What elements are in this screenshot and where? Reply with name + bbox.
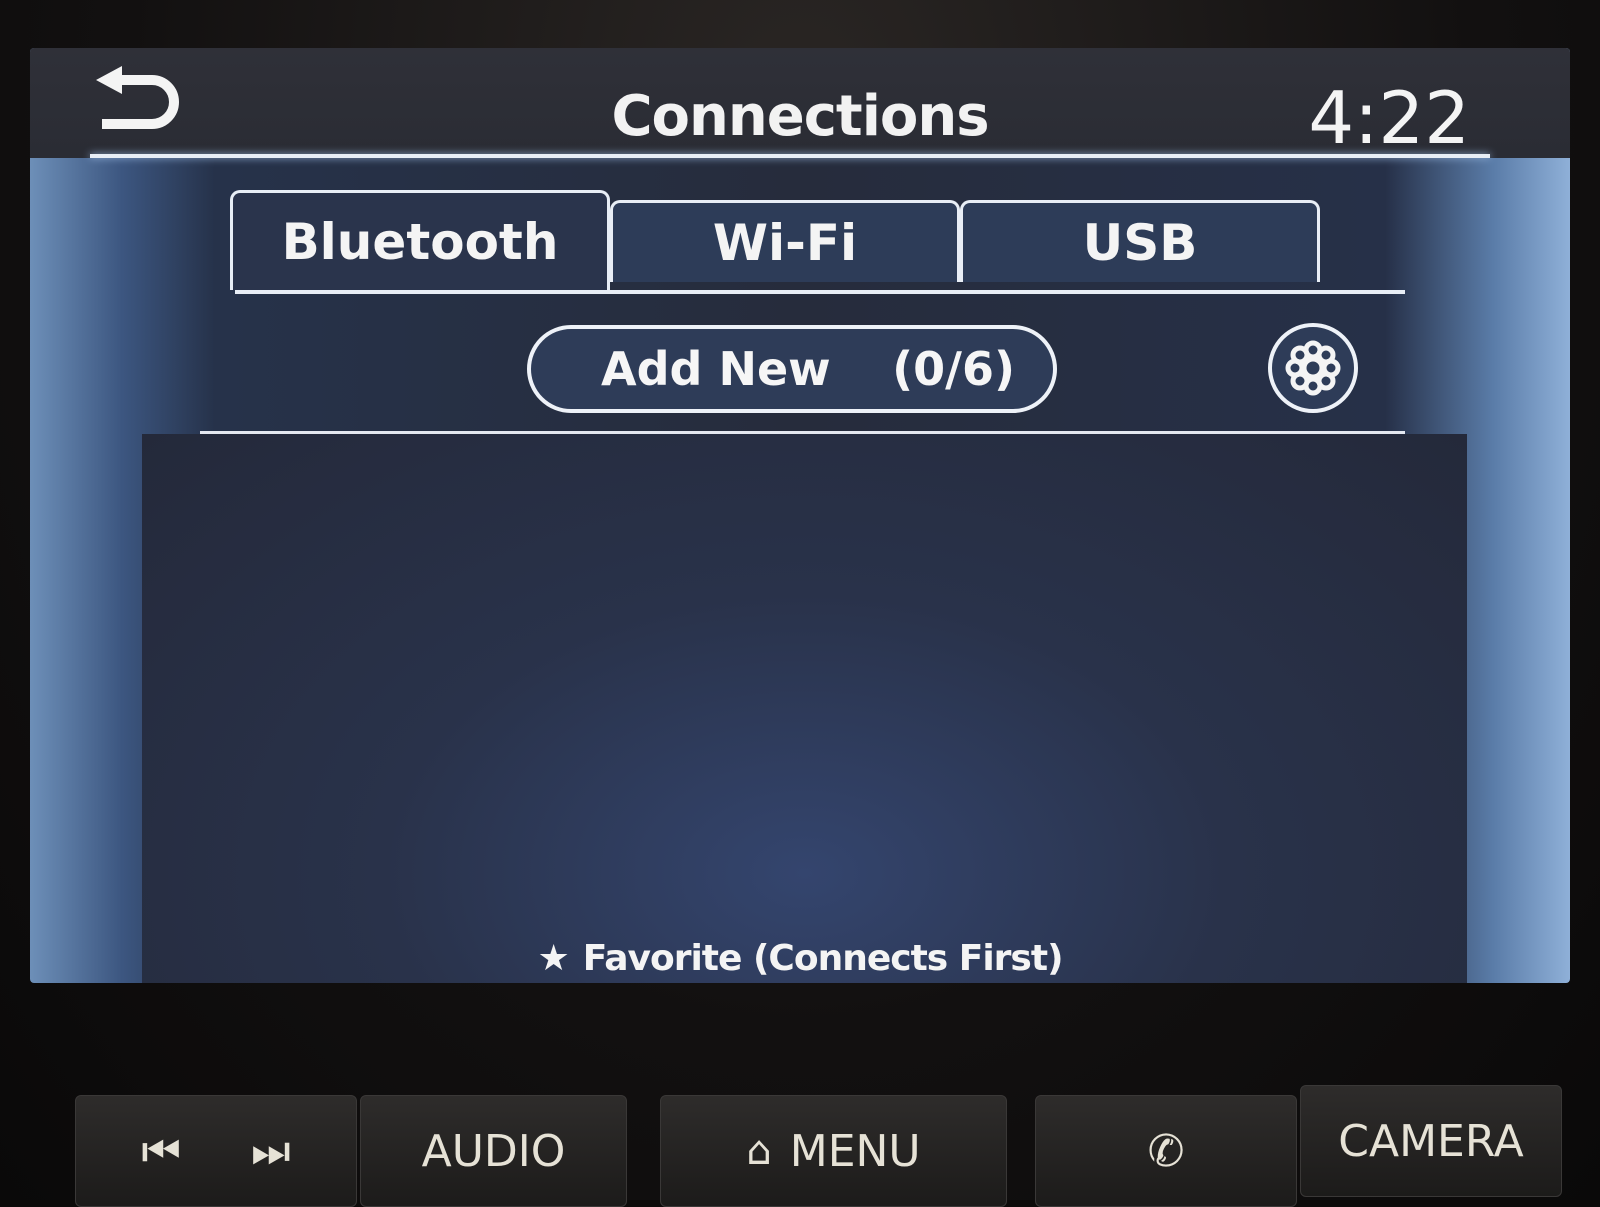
tab-wifi[interactable]: Wi-Fi <box>610 200 960 282</box>
tab-underline <box>235 290 1405 294</box>
audio-button[interactable]: AUDIO <box>360 1095 627 1207</box>
track-buttons: ⏮ ⏭ <box>75 1095 357 1207</box>
star-icon: ★ <box>537 938 569 979</box>
favorite-legend-text: Favorite (Connects First) <box>582 938 1064 979</box>
tab-bar: Bluetooth Wi-Fi USB <box>200 190 1400 300</box>
phone-icon: ✆ <box>1147 1125 1185 1177</box>
add-new-button[interactable]: Add New (0/6) <box>527 325 1057 413</box>
home-icon: ⌂ <box>746 1128 772 1174</box>
favorite-legend: ★ Favorite (Connects First) <box>30 938 1570 979</box>
menu-label: MENU <box>789 1125 921 1177</box>
settings-button[interactable] <box>1268 323 1358 413</box>
add-new-label: Add New <box>601 342 831 396</box>
hardware-button-row: ⏮ ⏭ AUDIO ⌂ MENU ✆ CAMERA <box>0 1085 1600 1207</box>
tab-bluetooth[interactable]: Bluetooth <box>230 190 610 290</box>
phone-button[interactable]: ✆ <box>1035 1095 1297 1207</box>
camera-button[interactable]: CAMERA <box>1300 1085 1562 1197</box>
display-screen: Connections 4:22 Bluetooth Wi-Fi USB Add… <box>30 48 1570 983</box>
skip-previous-icon[interactable]: ⏮ <box>141 1126 181 1177</box>
device-count: (0/6) <box>892 342 1015 396</box>
device-list <box>142 434 1467 983</box>
menu-button[interactable]: ⌂ MENU <box>660 1095 1007 1207</box>
skip-next-icon[interactable]: ⏭ <box>251 1126 291 1177</box>
gear-icon <box>1285 340 1341 396</box>
header-bar: Connections 4:22 <box>30 48 1570 160</box>
clock: 4:22 <box>1308 76 1470 160</box>
header-divider <box>90 154 1490 158</box>
tab-usb[interactable]: USB <box>960 200 1320 282</box>
